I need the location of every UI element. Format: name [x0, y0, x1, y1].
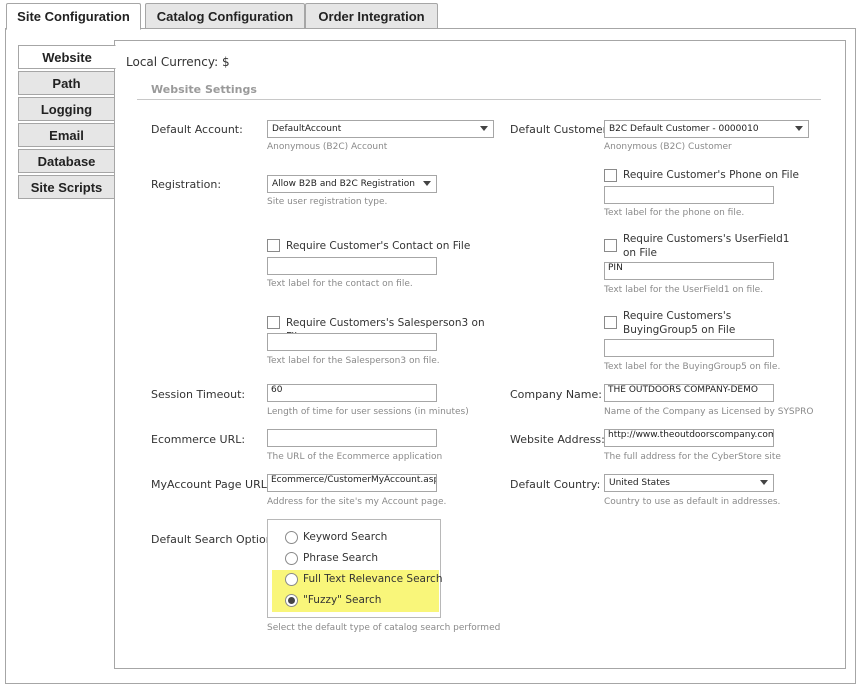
require-buyinggroup5-hint: Text label for the BuyingGroup5 on file. — [604, 362, 781, 372]
default-account-select[interactable]: DefaultAccount — [267, 120, 494, 138]
require-salesperson3-hint: Text label for the Salesperson3 on file. — [267, 356, 440, 366]
radio-phrase-search[interactable] — [285, 552, 298, 565]
website-address-input[interactable]: http://www.theoutdoorscompany.com — [604, 429, 774, 447]
radio-keyword-search-label: Keyword Search — [303, 531, 388, 543]
require-contact-input[interactable] — [267, 257, 437, 275]
company-name-input[interactable]: THE OUTDOORS COMPANY-DEMO — [604, 384, 774, 402]
radio-selected-dot — [288, 597, 295, 604]
chevron-down-icon — [795, 126, 803, 131]
default-customer-hint: Anonymous (B2C) Customer — [604, 142, 732, 152]
chevron-down-icon — [480, 126, 488, 131]
side-tab-bar: Website Path Logging Email Database Site… — [18, 45, 116, 201]
section-divider — [137, 99, 821, 100]
session-timeout-label: Session Timeout: — [151, 388, 246, 401]
require-userfield1-checkbox[interactable] — [604, 239, 617, 252]
require-userfield1-label: Require Customers's UserField1 on File — [623, 233, 790, 259]
chevron-down-icon — [760, 480, 768, 485]
require-contact-checkbox[interactable] — [267, 239, 280, 252]
default-customer-label: Default Customer: — [510, 123, 611, 136]
registration-select[interactable]: Allow B2B and B2C Registration — [267, 175, 437, 193]
ecommerce-url-hint: The URL of the Ecommerce application — [267, 452, 443, 462]
registration-hint: Site user registration type. — [267, 197, 388, 207]
default-search-label: Default Search Option: — [151, 533, 277, 546]
radio-keyword-search[interactable] — [285, 531, 298, 544]
require-buyinggroup5-checkbox[interactable] — [604, 316, 617, 329]
ecommerce-url-input[interactable] — [267, 429, 437, 447]
registration-value: Allow B2B and B2C Registration — [272, 179, 415, 189]
default-search-hint: Select the default type of catalog searc… — [267, 623, 501, 633]
website-address-hint: The full address for the CyberStore site — [604, 452, 781, 462]
radio-full-text-relevance-search-label: Full Text Relevance Search — [303, 573, 443, 585]
session-timeout-input[interactable]: 60 — [267, 384, 437, 402]
require-userfield1-hint: Text label for the UserField1 on file. — [604, 285, 764, 295]
default-country-select[interactable]: United States — [604, 474, 774, 492]
default-account-label: Default Account: — [151, 123, 243, 136]
require-salesperson3-input[interactable] — [267, 333, 437, 351]
myaccount-url-hint: Address for the site's my Account page. — [267, 497, 447, 507]
website-address-label: Website Address: — [510, 433, 605, 446]
registration-label: Registration: — [151, 178, 222, 191]
side-tab-email[interactable]: Email — [18, 123, 115, 147]
side-tab-site-scripts[interactable]: Site Scripts — [18, 175, 115, 199]
require-buyinggroup5-input[interactable] — [604, 339, 774, 357]
radio-full-text-relevance-search[interactable] — [285, 573, 298, 586]
default-account-hint: Anonymous (B2C) Account — [267, 142, 388, 152]
default-customer-value: B2C Default Customer - 0000010 — [609, 124, 759, 134]
tab-site-configuration[interactable]: Site Configuration — [6, 3, 141, 30]
side-tab-logging[interactable]: Logging — [18, 97, 115, 121]
radio-fuzzy-search[interactable] — [285, 594, 298, 607]
section-title: Website Settings — [151, 83, 257, 96]
side-tab-website[interactable]: Website — [18, 45, 116, 69]
company-name-label: Company Name: — [510, 388, 602, 401]
require-contact-hint: Text label for the contact on file. — [267, 279, 413, 289]
myaccount-url-input[interactable]: Ecommerce/CustomerMyAccount.aspx — [267, 474, 437, 492]
default-country-hint: Country to use as default in addresses. — [604, 497, 781, 507]
myaccount-url-label: MyAccount Page URL: — [151, 478, 271, 491]
require-phone-input[interactable] — [604, 186, 774, 204]
radio-phrase-search-label: Phrase Search — [303, 552, 379, 564]
require-phone-checkbox[interactable] — [604, 169, 617, 182]
tab-catalog-configuration[interactable]: Catalog Configuration — [145, 3, 305, 29]
require-contact-label: Require Customer's Contact on File — [286, 240, 471, 252]
default-customer-select[interactable]: B2C Default Customer - 0000010 — [604, 120, 809, 138]
default-country-label: Default Country: — [510, 478, 601, 491]
side-tab-database[interactable]: Database — [18, 149, 115, 173]
company-name-hint: Name of the Company as Licensed by SYSPR… — [604, 407, 814, 417]
side-tab-path[interactable]: Path — [18, 71, 115, 95]
require-salesperson3-checkbox[interactable] — [267, 316, 280, 329]
default-account-value: DefaultAccount — [272, 124, 342, 134]
require-phone-hint: Text label for the phone on file. — [604, 208, 745, 218]
chevron-down-icon — [423, 181, 431, 186]
tab-order-integration[interactable]: Order Integration — [305, 3, 438, 29]
require-phone-label: Require Customer's Phone on File — [623, 169, 799, 181]
default-country-value: United States — [609, 478, 670, 488]
radio-fuzzy-search-label: "Fuzzy" Search — [303, 594, 382, 606]
local-currency: Local Currency: $ — [126, 55, 230, 69]
session-timeout-hint: Length of time for user sessions (in min… — [267, 407, 469, 417]
ecommerce-url-label: Ecommerce URL: — [151, 433, 246, 446]
require-buyinggroup5-label: Require Customers's BuyingGroup5 on File — [623, 310, 736, 336]
require-userfield1-input[interactable]: PIN — [604, 262, 774, 280]
